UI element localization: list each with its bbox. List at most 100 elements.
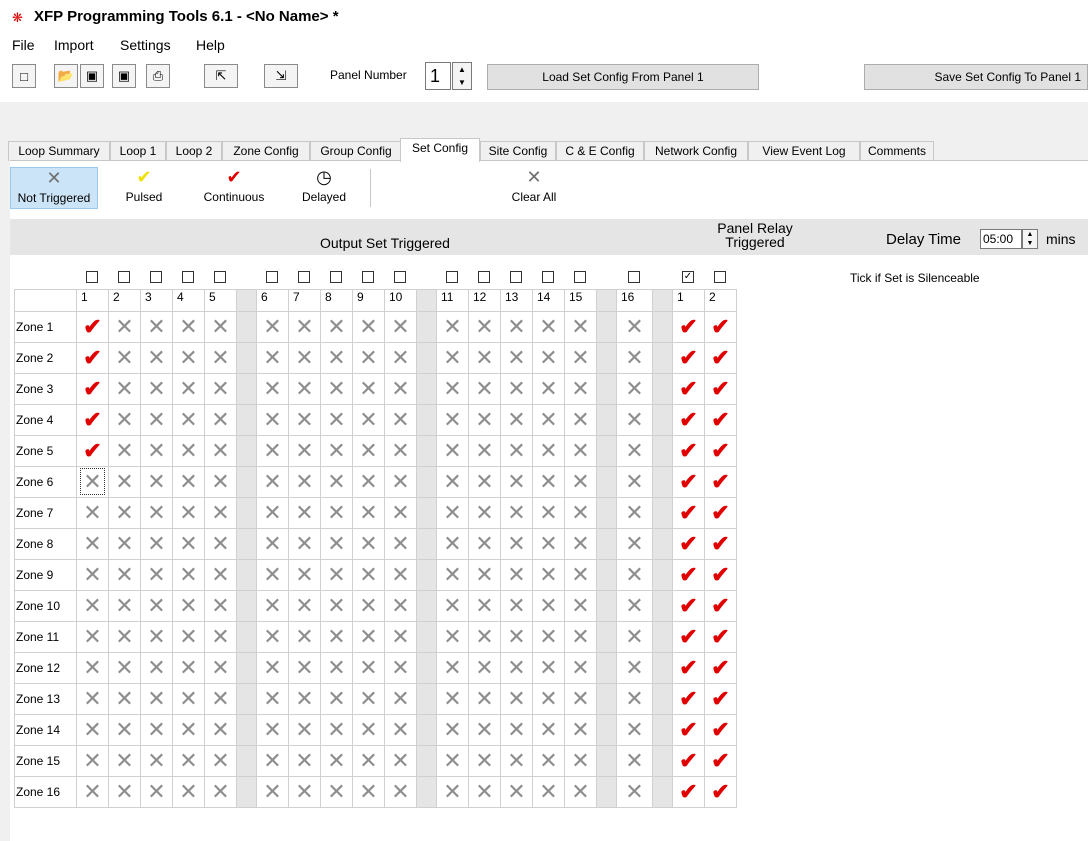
tab-loop-1[interactable]: Loop 1 bbox=[110, 141, 166, 161]
not-triggered-cell[interactable]: ✕ bbox=[384, 497, 417, 529]
not-triggered-cell[interactable]: ✕ bbox=[172, 528, 205, 560]
not-triggered-cell[interactable]: ✕ bbox=[172, 714, 205, 746]
not-triggered-cell[interactable]: ✕ bbox=[564, 466, 597, 498]
not-triggered-cell[interactable]: ✕ bbox=[532, 497, 565, 529]
not-triggered-cell[interactable]: ✕ bbox=[468, 621, 501, 653]
new-file-icon[interactable]: □ bbox=[12, 64, 36, 88]
not-triggered-cell[interactable]: ✕ bbox=[500, 745, 533, 777]
not-triggered-cell[interactable]: ✕ bbox=[532, 373, 565, 405]
not-triggered-cell[interactable]: ✕ bbox=[384, 435, 417, 467]
not-triggered-cell[interactable]: ✕ bbox=[468, 342, 501, 374]
silenceable-checkbox[interactable] bbox=[714, 271, 726, 283]
not-triggered-cell[interactable]: ✕ bbox=[140, 404, 173, 436]
not-triggered-cell[interactable]: ✕ bbox=[288, 745, 321, 777]
tab-c-e-config[interactable]: C & E Config bbox=[556, 141, 644, 161]
not-triggered-cell[interactable]: ✕ bbox=[76, 621, 109, 653]
not-triggered-cell[interactable]: ✕ bbox=[532, 528, 565, 560]
not-triggered-cell[interactable]: ✕ bbox=[352, 652, 385, 684]
not-triggered-cell[interactable]: ✕ bbox=[500, 683, 533, 715]
not-triggered-cell[interactable]: ✕ bbox=[468, 776, 501, 808]
not-triggered-cell[interactable]: ✕ bbox=[320, 590, 353, 622]
continuous-cell[interactable]: ✔ bbox=[672, 342, 705, 374]
delay-time-input[interactable]: 05:00 bbox=[980, 229, 1022, 249]
not-triggered-cell[interactable]: ✕ bbox=[384, 311, 417, 343]
not-triggered-cell[interactable]: ✕ bbox=[616, 435, 653, 467]
not-triggered-cell[interactable]: ✕ bbox=[172, 745, 205, 777]
not-triggered-cell[interactable]: ✕ bbox=[532, 683, 565, 715]
not-triggered-cell[interactable]: ✕ bbox=[256, 590, 289, 622]
not-triggered-cell[interactable]: ✕ bbox=[436, 497, 469, 529]
silenceable-checkbox[interactable] bbox=[118, 271, 130, 283]
continuous-cell[interactable]: ✔ bbox=[672, 466, 705, 498]
not-triggered-cell[interactable]: ✕ bbox=[256, 497, 289, 529]
not-triggered-cell[interactable]: ✕ bbox=[616, 745, 653, 777]
not-triggered-cell[interactable]: ✕ bbox=[436, 590, 469, 622]
not-triggered-cell[interactable]: ✕ bbox=[76, 528, 109, 560]
not-triggered-cell[interactable]: ✕ bbox=[500, 373, 533, 405]
not-triggered-cell[interactable]: ✕ bbox=[436, 373, 469, 405]
not-triggered-cell[interactable]: ✕ bbox=[500, 497, 533, 529]
not-triggered-cell[interactable]: ✕ bbox=[564, 683, 597, 715]
continuous-cell[interactable]: ✔ bbox=[672, 652, 705, 684]
not-triggered-cell[interactable]: ✕ bbox=[532, 621, 565, 653]
not-triggered-cell[interactable]: ✕ bbox=[468, 590, 501, 622]
not-triggered-cell[interactable]: ✕ bbox=[616, 590, 653, 622]
not-triggered-cell[interactable]: ✕ bbox=[204, 435, 237, 467]
tab-zone-config[interactable]: Zone Config bbox=[222, 141, 310, 161]
tab-network-config[interactable]: Network Config bbox=[644, 141, 748, 161]
panel-number-stepper[interactable]: ▲ ▼ bbox=[452, 62, 472, 90]
not-triggered-cell[interactable]: ✕ bbox=[320, 714, 353, 746]
not-triggered-cell[interactable]: ✕ bbox=[468, 559, 501, 591]
not-triggered-cell[interactable]: ✕ bbox=[352, 435, 385, 467]
not-triggered-cell[interactable]: ✕ bbox=[256, 466, 289, 498]
silenceable-checkbox[interactable] bbox=[86, 271, 98, 283]
continuous-cell[interactable]: ✔ bbox=[704, 404, 737, 436]
not-triggered-cell[interactable]: ✕ bbox=[384, 652, 417, 684]
not-triggered-cell[interactable]: ✕ bbox=[384, 528, 417, 560]
continuous-cell[interactable]: ✔ bbox=[76, 404, 109, 436]
not-triggered-cell[interactable]: ✕ bbox=[564, 311, 597, 343]
continuous-cell[interactable]: ✔ bbox=[672, 404, 705, 436]
not-triggered-cell[interactable]: ✕ bbox=[76, 652, 109, 684]
upload-panel-icon[interactable]: ⇱ bbox=[204, 64, 238, 88]
not-triggered-cell[interactable]: ✕ bbox=[468, 497, 501, 529]
not-triggered-cell[interactable]: ✕ bbox=[532, 652, 565, 684]
not-triggered-cell[interactable]: ✕ bbox=[320, 528, 353, 560]
not-triggered-cell[interactable]: ✕ bbox=[172, 311, 205, 343]
not-triggered-cell[interactable]: ✕ bbox=[436, 559, 469, 591]
not-triggered-cell[interactable]: ✕ bbox=[352, 311, 385, 343]
not-triggered-cell[interactable]: ✕ bbox=[288, 435, 321, 467]
not-triggered-cell[interactable]: ✕ bbox=[616, 497, 653, 529]
not-triggered-cell[interactable]: ✕ bbox=[288, 621, 321, 653]
tab-group-config[interactable]: Group Config bbox=[310, 141, 402, 161]
not-triggered-cell[interactable]: ✕ bbox=[108, 342, 141, 374]
not-triggered-cell[interactable]: ✕ bbox=[500, 621, 533, 653]
save-icon[interactable]: ▣ bbox=[80, 64, 104, 88]
not-triggered-cell[interactable]: ✕ bbox=[532, 745, 565, 777]
not-triggered-cell[interactable]: ✕ bbox=[500, 528, 533, 560]
not-triggered-cell[interactable]: ✕ bbox=[140, 342, 173, 374]
not-triggered-cell[interactable]: ✕ bbox=[616, 311, 653, 343]
not-triggered-cell[interactable]: ✕ bbox=[564, 714, 597, 746]
not-triggered-cell[interactable]: ✕ bbox=[204, 745, 237, 777]
not-triggered-cell[interactable]: ✕ bbox=[172, 497, 205, 529]
not-triggered-cell[interactable]: ✕ bbox=[384, 683, 417, 715]
continuous-cell[interactable]: ✔ bbox=[704, 714, 737, 746]
continuous-button[interactable]: ✔ Continuous bbox=[196, 167, 272, 209]
not-triggered-cell[interactable]: ✕ bbox=[256, 528, 289, 560]
not-triggered-cell[interactable]: ✕ bbox=[172, 373, 205, 405]
save-set-config-button[interactable]: Save Set Config To Panel 1 bbox=[864, 64, 1088, 90]
silenceable-checkbox[interactable] bbox=[446, 271, 458, 283]
not-triggered-cell[interactable]: ✕ bbox=[172, 683, 205, 715]
not-triggered-cell[interactable]: ✕ bbox=[320, 342, 353, 374]
continuous-cell[interactable]: ✔ bbox=[672, 311, 705, 343]
not-triggered-cell[interactable]: ✕ bbox=[288, 404, 321, 436]
not-triggered-cell[interactable]: ✕ bbox=[140, 652, 173, 684]
not-triggered-cell[interactable]: ✕ bbox=[204, 404, 237, 436]
not-triggered-cell[interactable]: ✕ bbox=[352, 714, 385, 746]
continuous-cell[interactable]: ✔ bbox=[672, 776, 705, 808]
not-triggered-cell[interactable]: ✕ bbox=[384, 776, 417, 808]
continuous-cell[interactable]: ✔ bbox=[704, 435, 737, 467]
not-triggered-cell[interactable]: ✕ bbox=[204, 342, 237, 374]
not-triggered-cell[interactable]: ✕ bbox=[532, 404, 565, 436]
